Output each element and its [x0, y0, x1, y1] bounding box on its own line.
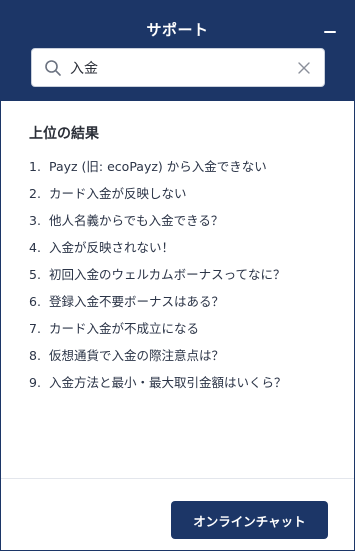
list-item-number: 3. — [29, 213, 41, 228]
list-item-label: 入金方法と最小・最大取引金額はいくら？ — [48, 375, 287, 390]
list-item-label: Payz (旧: ecoPayz) から入金できない — [48, 159, 267, 174]
list-item[interactable]: 6. 登録入金不要ボーナスはある？ — [29, 288, 326, 315]
results-heading: 上位の結果 — [29, 126, 99, 142]
list-item-number: 9. — [29, 375, 41, 390]
list-item-number: 1. — [29, 159, 41, 174]
list-item[interactable]: 4. 入金が反映されない！ — [29, 234, 326, 261]
widget-title: サポート — [146, 21, 209, 39]
support-widget: サポート 上位の結果 1. Payz (旧: ecoPayz) から入金できない… — [0, 0, 355, 551]
list-item-number: 7. — [29, 321, 41, 336]
widget-footer: オンラインチャット — [1, 478, 354, 550]
close-icon[interactable] — [296, 60, 312, 76]
list-item-label: 初回入金のウェルカムボーナスってなに？ — [48, 267, 286, 282]
list-item[interactable]: 9. 入金方法と最小・最大取引金額はいくら？ — [29, 369, 326, 396]
list-item-label: 仮想通貨で入金の際注意点は？ — [48, 348, 224, 363]
result-list: 1. Payz (旧: ecoPayz) から入金できない 2. カード入金が反… — [29, 153, 326, 396]
list-item-label: 登録入金不要ボーナスはある？ — [48, 294, 224, 309]
list-item[interactable]: 2. カード入金が反映しない — [29, 180, 326, 207]
online-chat-button[interactable]: オンラインチャット — [171, 501, 328, 539]
list-item-number: 5. — [29, 267, 41, 282]
list-item-label: 入金が反映されない！ — [48, 240, 174, 255]
list-item[interactable]: 5. 初回入金のウェルカムボーナスってなに？ — [29, 261, 326, 288]
list-item-number: 6. — [29, 294, 41, 309]
list-item-label: カード入金が反映しない — [48, 186, 187, 201]
list-item[interactable]: 3. 他人名義からでも入金できる？ — [29, 207, 326, 234]
list-item-number: 2. — [29, 186, 41, 201]
list-item[interactable]: 7. カード入金が不成立になる — [29, 315, 326, 342]
search-icon — [45, 60, 61, 76]
list-item-number: 8. — [29, 348, 41, 363]
widget-header: サポート — [1, 1, 354, 101]
list-item-label: 他人名義からでも入金できる？ — [48, 213, 224, 228]
search-input[interactable] — [70, 49, 284, 86]
search-box[interactable] — [31, 48, 325, 87]
list-item-label: カード入金が不成立になる — [48, 321, 199, 336]
list-item[interactable]: 1. Payz (旧: ecoPayz) から入金できない — [29, 153, 326, 180]
list-item[interactable]: 8. 仮想通貨で入金の際注意点は？ — [29, 342, 326, 369]
results-panel: 上位の結果 1. Payz (旧: ecoPayz) から入金できない 2. カ… — [1, 101, 354, 480]
list-item-number: 4. — [29, 240, 41, 255]
minimize-icon[interactable] — [324, 23, 338, 37]
